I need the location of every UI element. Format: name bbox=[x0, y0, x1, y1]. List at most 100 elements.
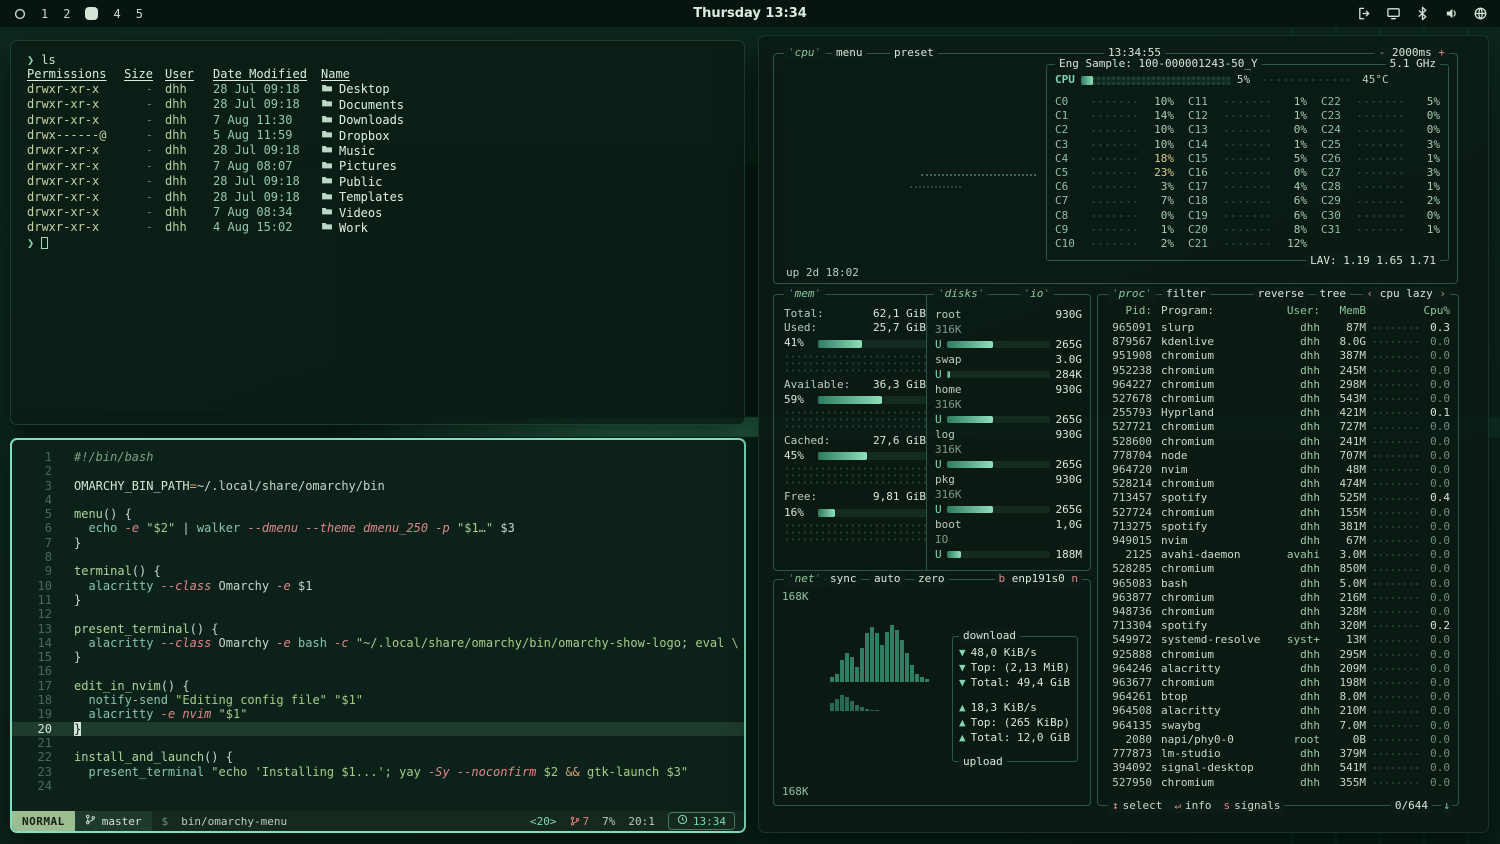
process-row[interactable]: 549972systemd-resolvesyst+13M0.0 bbox=[1098, 633, 1458, 647]
editor-line[interactable]: 2 bbox=[12, 464, 744, 478]
logout-icon[interactable] bbox=[1357, 6, 1372, 21]
proc-sort-selector[interactable]: cpu lazy bbox=[1363, 287, 1450, 301]
proc-footer-info[interactable]: ↵info bbox=[1174, 799, 1211, 813]
process-row[interactable]: 964261btopdhh8.0M0.0 bbox=[1098, 690, 1458, 704]
process-row[interactable]: 527678chromiumdhh543M0.0 bbox=[1098, 392, 1458, 406]
process-row[interactable]: 963677chromiumdhh198M0.0 bbox=[1098, 676, 1458, 690]
process-row[interactable]: 951908chromiumdhh387M0.0 bbox=[1098, 349, 1458, 363]
code-token: "Editing config file" bbox=[175, 693, 327, 707]
editor-line[interactable]: 12 bbox=[12, 607, 744, 621]
proc-filter-button[interactable]: filter bbox=[1162, 287, 1210, 301]
process-row[interactable]: 527724chromiumdhh155M0.0 bbox=[1098, 506, 1458, 520]
process-row[interactable]: 777873lm-studiodhh379M0.0 bbox=[1098, 747, 1458, 761]
ls-name[interactable]: Work bbox=[321, 220, 730, 235]
ls-name[interactable]: Dropbox bbox=[321, 128, 730, 143]
net-zero-toggle[interactable]: zero bbox=[914, 572, 949, 586]
workspace-indicator-5[interactable]: 5 bbox=[136, 7, 143, 21]
editor-line[interactable]: 6 echo -e "$2" | walker --dmenu --theme … bbox=[12, 521, 744, 535]
git-branch-segment[interactable]: master bbox=[75, 811, 152, 831]
displays-icon[interactable] bbox=[1386, 6, 1401, 21]
io-box-title[interactable]: io bbox=[1020, 287, 1055, 301]
editor-line[interactable]: 22install_and_launch() { bbox=[12, 750, 744, 764]
process-row[interactable]: 713304spotifydhh320M0.2 bbox=[1098, 619, 1458, 633]
process-row[interactable]: 528214chromiumdhh474M0.0 bbox=[1098, 477, 1458, 491]
proc-footer-select[interactable]: ↕select bbox=[1112, 799, 1162, 813]
ls-name[interactable]: Music bbox=[321, 143, 730, 158]
editor-line[interactable]: 4 bbox=[12, 493, 744, 507]
process-row[interactable]: 528285chromiumdhh850M0.0 bbox=[1098, 562, 1458, 576]
ls-name[interactable]: Documents bbox=[321, 97, 730, 112]
editor-line[interactable]: 10 alacritty --class Omarchy -e $1 bbox=[12, 579, 744, 593]
net-auto-toggle[interactable]: auto bbox=[870, 572, 905, 586]
process-row[interactable]: 965083bashdhh5.0M0.0 bbox=[1098, 577, 1458, 591]
process-pid: 777873 bbox=[1104, 747, 1152, 761]
editor-line[interactable]: 3OMARCHY_BIN_PATH=~/.local/share/omarchy… bbox=[12, 479, 744, 493]
proc-footer-signals[interactable]: ssignals bbox=[1224, 799, 1281, 813]
process-row[interactable]: 2125avahi-daemonavahi3.0M0.0 bbox=[1098, 548, 1458, 562]
proc-tree-toggle[interactable]: tree bbox=[1316, 287, 1351, 301]
editor-line[interactable]: 17edit_in_nvim() { bbox=[12, 679, 744, 693]
process-row[interactable]: 527950chromiumdhh355M0.0 bbox=[1098, 776, 1458, 790]
process-row[interactable]: 965091slurpdhh87M0.3 bbox=[1098, 321, 1458, 335]
btop-window[interactable]: cpu menu preset 13:34:55 - 2000ms + Eng … bbox=[758, 35, 1489, 833]
editor-line[interactable]: 16 bbox=[12, 664, 744, 678]
editor-line[interactable]: 8 bbox=[12, 550, 744, 564]
process-row[interactable]: 948736chromiumdhh328M0.0 bbox=[1098, 605, 1458, 619]
editor-line[interactable]: 13present_terminal() { bbox=[12, 622, 744, 636]
btop-preset-button[interactable]: preset bbox=[890, 46, 938, 60]
process-row[interactable]: 879567kdenlivedhh8.0G0.0 bbox=[1098, 335, 1458, 349]
globe-icon[interactable] bbox=[1473, 6, 1488, 21]
workspace-indicator-4[interactable]: 4 bbox=[113, 7, 120, 21]
process-row[interactable]: 2080napi/phy0-0root0B0.0 bbox=[1098, 733, 1458, 747]
editor-line[interactable]: 18 notify-send "Editing config file" "$1… bbox=[12, 693, 744, 707]
ls-name[interactable]: Public bbox=[321, 174, 730, 189]
editor-window[interactable]: 1#!/bin/bash23OMARCHY_BIN_PATH=~/.local/… bbox=[10, 438, 746, 833]
editor-line[interactable]: 24 bbox=[12, 779, 744, 793]
scroll-down-icon[interactable]: ↓ bbox=[1441, 799, 1452, 813]
process-row[interactable]: 528600chromiumdhh241M0.0 bbox=[1098, 435, 1458, 449]
editor-line[interactable]: 23 present_terminal "echo 'Installing $1… bbox=[12, 765, 744, 779]
process-row[interactable]: 949015nvimdhh67M0.0 bbox=[1098, 534, 1458, 548]
bluetooth-icon[interactable] bbox=[1415, 6, 1430, 21]
ls-name[interactable]: Downloads bbox=[321, 113, 730, 128]
ls-name[interactable]: Desktop bbox=[321, 82, 730, 97]
ls-name[interactable]: Templates bbox=[321, 190, 730, 205]
editor-line[interactable]: 9terminal() { bbox=[12, 564, 744, 578]
process-row[interactable]: 964227chromiumdhh298M0.0 bbox=[1098, 378, 1458, 392]
editor-line[interactable]: 1#!/bin/bash bbox=[12, 450, 744, 464]
workspace-indicator-special[interactable] bbox=[14, 8, 26, 20]
editor-line[interactable]: 15} bbox=[12, 650, 744, 664]
process-row[interactable]: 527721chromiumdhh727M0.0 bbox=[1098, 420, 1458, 434]
workspace-indicator-1[interactable]: 1 bbox=[41, 7, 48, 21]
process-row[interactable]: 964246alacrittydhh209M0.0 bbox=[1098, 662, 1458, 676]
process-row[interactable]: 964720nvimdhh48M0.0 bbox=[1098, 463, 1458, 477]
btop-menu-button[interactable]: menu bbox=[832, 46, 867, 60]
volume-icon[interactable] bbox=[1444, 6, 1459, 21]
editor-line[interactable]: 14 alacritty --class Omarchy -e bash -c … bbox=[12, 636, 744, 650]
process-row[interactable]: 964135swaybgdhh7.0M0.0 bbox=[1098, 719, 1458, 733]
process-row[interactable]: 925888chromiumdhh295M0.0 bbox=[1098, 648, 1458, 662]
process-row[interactable]: 964508alacrittydhh210M0.0 bbox=[1098, 704, 1458, 718]
process-row[interactable]: 394092signal-desktopdhh541M0.0 bbox=[1098, 761, 1458, 775]
net-interface-switcher[interactable]: b enp191s0 n bbox=[995, 572, 1082, 586]
terminal-window-ls[interactable]: ❯ls PermissionsSizeUserDate ModifiedName… bbox=[10, 40, 745, 425]
net-sync-toggle[interactable]: sync bbox=[826, 572, 861, 586]
editor-line[interactable]: 11} bbox=[12, 593, 744, 607]
editor-line[interactable]: 7} bbox=[12, 536, 744, 550]
process-row[interactable]: 963877chromiumdhh216M0.0 bbox=[1098, 591, 1458, 605]
editor-line[interactable]: 5menu() { bbox=[12, 507, 744, 521]
workspace-indicator-2[interactable]: 2 bbox=[63, 7, 70, 21]
editor-line[interactable]: 20} bbox=[12, 722, 744, 736]
process-row[interactable]: 255793Hyprlanddhh421M0.1 bbox=[1098, 406, 1458, 420]
ls-name[interactable]: Pictures bbox=[321, 159, 730, 174]
process-row[interactable]: 713275spotifydhh381M0.0 bbox=[1098, 520, 1458, 534]
process-row[interactable]: 952238chromiumdhh245M0.0 bbox=[1098, 364, 1458, 378]
editor-line[interactable]: 19 alacritty -e nvim "$1" bbox=[12, 707, 744, 721]
workspace-indicator-active[interactable] bbox=[85, 7, 98, 20]
editor-line[interactable]: 21 bbox=[12, 736, 744, 750]
proc-reverse-toggle[interactable]: reverse bbox=[1254, 287, 1308, 301]
editor-buffer[interactable]: 1#!/bin/bash23OMARCHY_BIN_PATH=~/.local/… bbox=[12, 440, 744, 811]
process-row[interactable]: 778704nodedhh707M0.0 bbox=[1098, 449, 1458, 463]
process-row[interactable]: 713457spotifydhh525M0.4 bbox=[1098, 491, 1458, 505]
ls-name[interactable]: Videos bbox=[321, 205, 730, 220]
